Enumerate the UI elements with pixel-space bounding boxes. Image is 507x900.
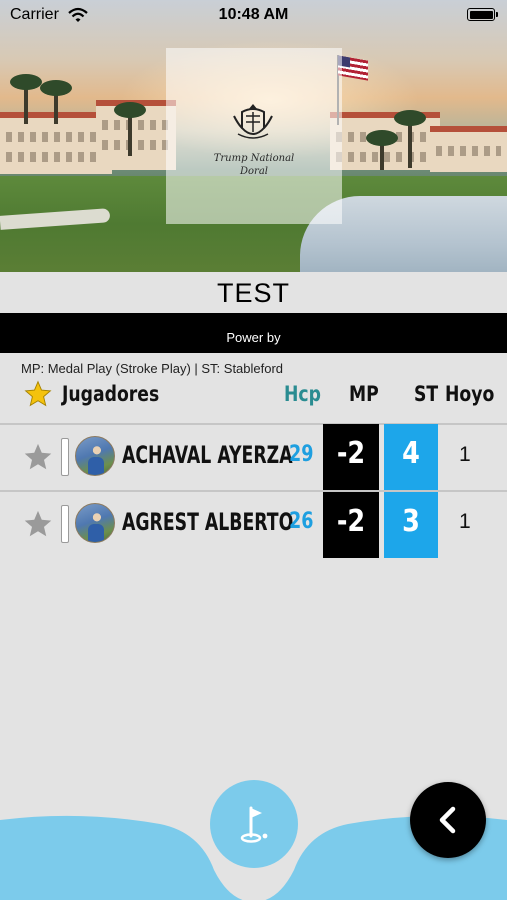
course-button[interactable] xyxy=(210,780,298,868)
crest-icon xyxy=(233,104,273,139)
clubhouse-wing-far-right xyxy=(430,126,507,172)
palm-tree xyxy=(40,80,72,124)
avatar xyxy=(75,503,115,543)
club-logo-text: Trump National Doral xyxy=(166,152,342,178)
palm-tree xyxy=(10,74,42,124)
palm-tree xyxy=(366,130,398,170)
column-header-hole[interactable]: Hoyo xyxy=(445,382,494,406)
player-hcp: 29 xyxy=(289,442,314,467)
golf-flag-icon xyxy=(240,806,268,843)
star-icon[interactable] xyxy=(24,380,52,408)
palm-tree xyxy=(394,110,426,168)
event-title: TEST xyxy=(216,278,290,308)
column-header-st[interactable]: ST xyxy=(414,382,438,406)
clock: 10:48 AM xyxy=(218,6,289,23)
palm-tree xyxy=(114,102,146,156)
player-name: AGREST ALBERTO xyxy=(122,508,294,536)
status-bar: Carrier 10:48 AM xyxy=(0,0,507,30)
player-hole: 1 xyxy=(459,443,471,466)
header-course-photo: Trump National Doral xyxy=(0,0,507,272)
logo-text-line2: Doral xyxy=(240,166,268,177)
column-header-hcp[interactable]: Hcp xyxy=(284,382,321,406)
column-header-mp[interactable]: MP xyxy=(349,382,379,406)
star-outline-icon[interactable] xyxy=(23,509,53,539)
player-marker xyxy=(61,505,69,543)
table-row[interactable]: ACHAVAL AYERZA 29 1 xyxy=(0,424,507,490)
logo-text-line1: Trump National xyxy=(213,153,295,164)
player-hole: 1 xyxy=(459,510,471,533)
power-by-label: Power by xyxy=(226,330,281,345)
table-row[interactable]: AGREST ALBERTO 26 1 xyxy=(0,491,507,557)
player-name: ACHAVAL AYERZA xyxy=(122,441,293,469)
column-header-players[interactable]: Jugadores xyxy=(62,382,159,406)
leaderboard-header: Jugadores Hcp MP ST Hoyo xyxy=(0,378,507,422)
scoring-legend: MP: Medal Play (Stroke Play) | ST: Stabl… xyxy=(21,361,284,376)
club-logo: Trump National Doral xyxy=(166,48,342,224)
battery-icon xyxy=(467,8,498,21)
player-marker xyxy=(61,438,69,476)
player-hcp: 26 xyxy=(289,509,314,534)
chevron-left-icon xyxy=(439,806,456,834)
power-by-banner[interactable]: Power by xyxy=(0,313,507,353)
avatar xyxy=(75,436,115,476)
back-button[interactable] xyxy=(410,782,486,858)
star-outline-icon[interactable] xyxy=(23,442,53,472)
